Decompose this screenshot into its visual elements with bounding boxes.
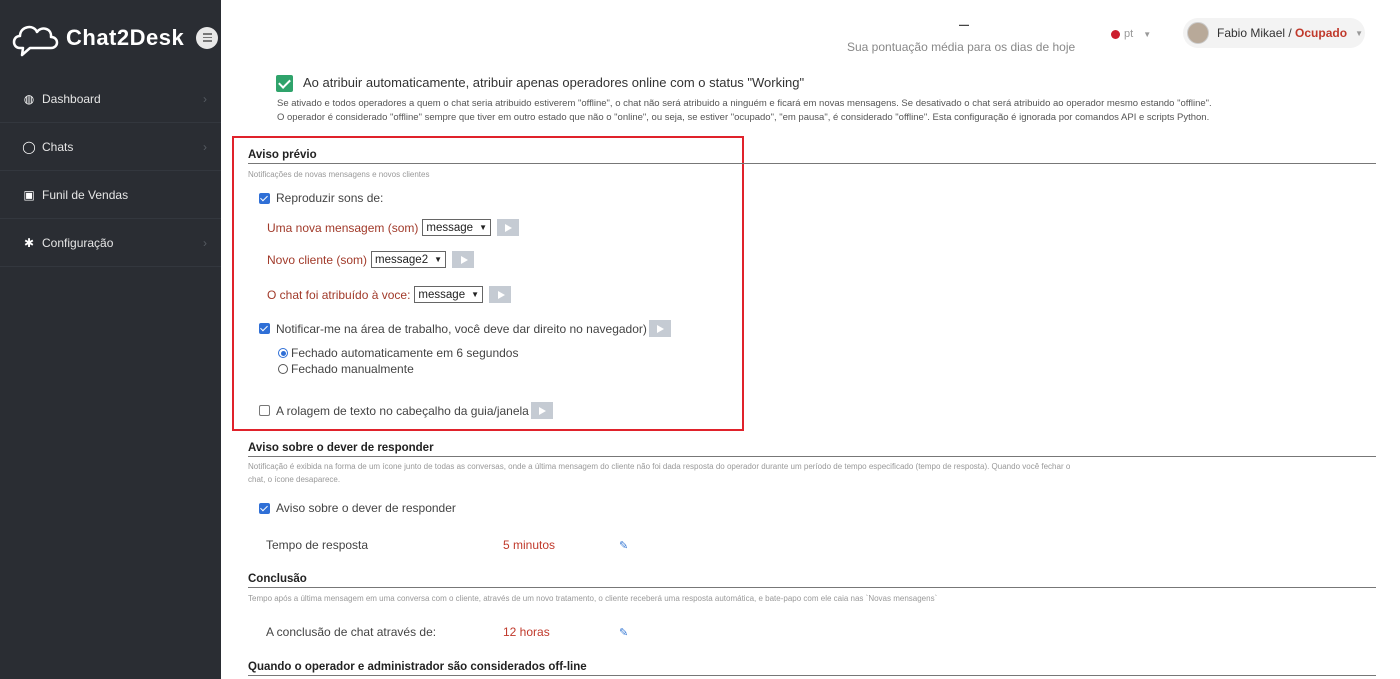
settings-content: Ao atribuir automaticamente, atribuir ap… [221, 75, 1400, 679]
sidebar-item-dashboard[interactable]: ◍ Dashboard › [0, 75, 221, 123]
conclusao-description: Tempo após a última mensagem em uma conv… [248, 594, 938, 603]
auto-assign-title: Ao atribuir automaticamente, atribuir ap… [303, 75, 805, 90]
user-separator: / [1285, 26, 1296, 40]
gear-icon: ✱ [23, 235, 35, 250]
dever-desc-line1: Notificação é exibida na forma de um íco… [248, 462, 1071, 471]
pencil-icon[interactable]: ✎ [619, 539, 628, 552]
dever-responder-checkbox[interactable] [259, 502, 270, 514]
play-scroll-title-button[interactable] [530, 402, 553, 419]
radio-auto-label: Fechado automaticamente em 6 segundos [291, 346, 519, 360]
radio-manual-close[interactable] [278, 364, 288, 374]
new-client-sound-row: Novo cliente (som) message2 ▼ [267, 251, 475, 268]
divider [248, 587, 1376, 588]
sidebar-item-label: Funil de Vendas [42, 187, 129, 202]
auto-assign-checkbox[interactable] [276, 75, 293, 92]
radio-manual-label: Fechado manualmente [291, 362, 414, 376]
conclusao-row: A conclusão de chat através de: 12 horas… [266, 625, 628, 639]
desktop-notify-checkbox[interactable] [259, 323, 270, 334]
dever-responder-row: Aviso sobre o dever de responder [259, 501, 456, 515]
select-value: message2 [375, 253, 429, 266]
topbar: – Sua pontuação média para os dias de ho… [221, 0, 1400, 75]
radio-auto-row: Fechado automaticamente em 6 segundos [278, 346, 518, 360]
user-name: Fabio Mikael [1217, 26, 1286, 40]
radio-manual-row: Fechado manualmente [278, 362, 414, 376]
response-time-label: Tempo de resposta [266, 538, 369, 552]
select-value: message [426, 221, 474, 234]
divider [248, 675, 1376, 676]
desktop-notify-label: Notificar-me na área de trabalho, você d… [276, 321, 647, 336]
dever-responder-label: Aviso sobre o dever de responder [276, 501, 456, 515]
play-desktop-notify-button[interactable] [648, 320, 671, 337]
chat2desk-logo-icon [12, 25, 59, 56]
sidebar-item-funil[interactable]: ▣ Funil de Vendas [0, 171, 221, 219]
dever-responder-description: Notificação é exibida na forma de um íco… [248, 460, 1368, 486]
divider [248, 456, 1376, 457]
response-time-row: Tempo de resposta 5 minutos ✎ [266, 538, 628, 552]
logo-text: Chat2Desk [66, 24, 185, 50]
sidebar-item-configuracao[interactable]: ✱ Configuração › [0, 219, 221, 267]
conclusao-label: A conclusão de chat através de: [266, 625, 437, 639]
new-message-sound-row: Uma nova mensagem (som) message ▼ [267, 219, 519, 236]
dever-responder-title: Aviso sobre o dever de responder [248, 442, 434, 454]
conclusao-value[interactable]: 12 horas [503, 625, 613, 639]
caret-down-icon: ▼ [1355, 28, 1363, 38]
new-client-sound-select[interactable]: message2 ▼ [371, 251, 447, 268]
play-sounds-label: Reproduzir sons de: [276, 191, 384, 205]
caret-down-icon: ▼ [1143, 29, 1152, 39]
chevron-down-icon: ▼ [471, 290, 480, 299]
flag-icon [1111, 29, 1120, 39]
chevron-right-icon: › [203, 91, 207, 106]
new-message-sound-label: Uma nova mensagem (som) [267, 220, 419, 235]
sidebar-item-chats[interactable]: ◯ Chats › [0, 123, 221, 171]
assigned-sound-select[interactable]: message ▼ [414, 286, 484, 303]
score-label: Sua pontuação média para os dias de hoje [847, 40, 1076, 54]
user-status: Ocupado [1295, 26, 1348, 40]
desktop-notify-row: Notificar-me na área de trabalho, você d… [259, 320, 671, 337]
scroll-title-label: A rolagem de texto no cabeçalho da guia/… [276, 403, 529, 418]
menu-toggle-button[interactable] [196, 26, 219, 49]
offline-title: Quando o operador e administrador são co… [248, 661, 587, 673]
play-assigned-button[interactable] [489, 286, 512, 303]
play-new-client-button[interactable] [452, 251, 475, 268]
dashboard-icon: ◍ [23, 91, 35, 106]
avatar [1187, 22, 1209, 44]
aviso-previo-description: Notificações de novas mensagens e novos … [248, 170, 430, 179]
dever-desc-line2: chat, o ícone desaparece. [248, 475, 341, 484]
conclusao-title: Conclusão [248, 573, 307, 585]
sidebar: Chat2Desk ◍ Dashboard › ◯ Chats › ▣ Funi… [0, 0, 221, 679]
chevron-down-icon: ▼ [434, 255, 443, 264]
scroll-title-checkbox[interactable] [259, 405, 270, 416]
language-label: pt [1124, 28, 1134, 40]
assigned-sound-row: O chat foi atribuído à voce: message ▼ [267, 286, 512, 303]
auto-assign-desc-line2: O operador é considerado "offline" sempr… [277, 112, 1210, 123]
play-sounds-row: Reproduzir sons de: [259, 191, 383, 205]
user-menu[interactable]: Fabio Mikael / Ocupado ▼ [1183, 18, 1365, 48]
new-message-sound-select[interactable]: message ▼ [422, 219, 491, 236]
radio-auto-close[interactable] [278, 348, 288, 358]
new-client-sound-label: Novo cliente (som) [267, 252, 368, 267]
score-value: – [959, 14, 970, 34]
funnel-icon: ▣ [23, 187, 35, 202]
play-new-message-button[interactable] [496, 219, 519, 236]
divider [248, 163, 1376, 164]
language-selector[interactable]: pt ▼ [1111, 28, 1151, 40]
assigned-sound-label: O chat foi atribuído à voce: [267, 287, 411, 302]
chevron-right-icon: › [203, 139, 207, 154]
response-time-value[interactable]: 5 minutos [503, 538, 613, 552]
chevron-right-icon: › [203, 235, 207, 250]
chevron-down-icon: ▼ [479, 223, 487, 232]
auto-assign-desc-line1: Se ativado e todos operadores a quem o c… [277, 98, 1212, 109]
play-sounds-checkbox[interactable] [259, 192, 270, 204]
pencil-icon[interactable]: ✎ [619, 626, 628, 639]
aviso-previo-title: Aviso prévio [248, 149, 317, 161]
logo-bar: Chat2Desk [0, 0, 221, 75]
chat-bubble-icon: ◯ [22, 139, 36, 154]
sidebar-item-label: Chats [42, 139, 74, 154]
sidebar-item-label: Configuração [42, 235, 114, 250]
select-value: message [418, 288, 466, 301]
auto-assign-description: Se ativado e todos operadores a quem o c… [277, 97, 1397, 125]
sidebar-item-label: Dashboard [42, 91, 101, 106]
scroll-title-row: A rolagem de texto no cabeçalho da guia/… [259, 402, 553, 419]
